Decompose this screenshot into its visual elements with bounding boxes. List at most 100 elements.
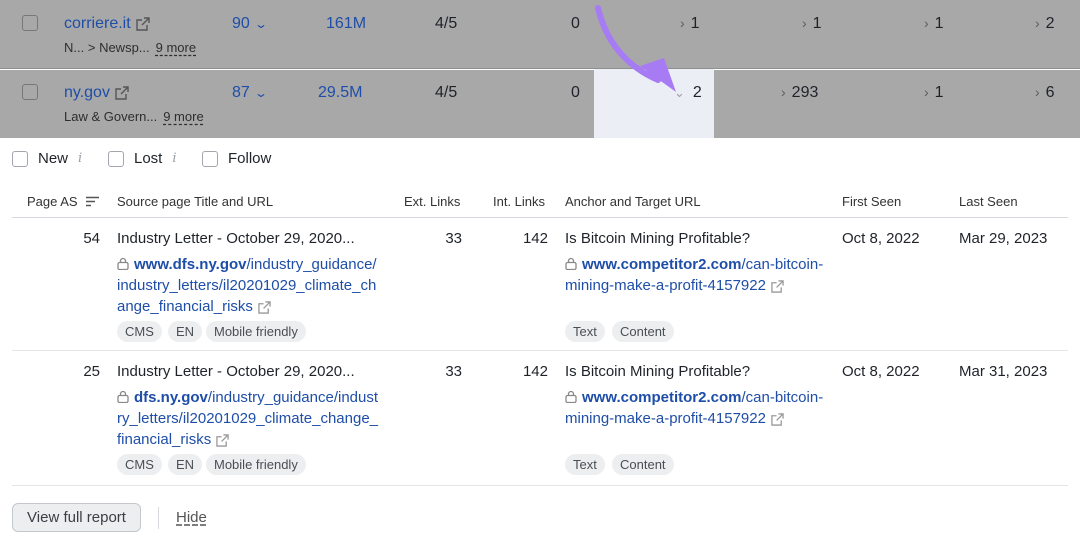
tag-chip: Content xyxy=(612,454,674,475)
row-checkbox[interactable] xyxy=(22,84,38,100)
url-domain: www.competitor2.com xyxy=(582,389,742,406)
sort-icon[interactable] xyxy=(85,196,99,207)
th-int-links[interactable]: Int. Links xyxy=(493,194,545,209)
external-link-icon[interactable] xyxy=(771,412,784,426)
th-page-as[interactable]: Page AS xyxy=(27,194,99,209)
expand-cell[interactable]: › 2 xyxy=(1035,15,1055,33)
domain-link[interactable]: ny.gov xyxy=(64,84,129,102)
page-as-value: 54 xyxy=(83,230,100,247)
source-url-link[interactable]: dfs.ny.gov/industry_guidance/industry_le… xyxy=(117,387,379,450)
first-seen-value: Oct 8, 2022 xyxy=(842,363,920,380)
authority-score-dropdown[interactable]: 87 ⌄ xyxy=(232,84,268,102)
cell-value: 293 xyxy=(791,84,819,101)
filter-new[interactable]: New i xyxy=(12,150,82,167)
rating-value: 4/5 xyxy=(435,15,458,32)
external-link-icon[interactable] xyxy=(135,17,150,31)
chevron-right-icon: › xyxy=(1035,84,1040,100)
target-url-link[interactable]: www.competitor2.com/can-bitcoin-mining-m… xyxy=(565,254,827,296)
domain-name[interactable]: ny.gov xyxy=(64,84,110,101)
url-domain: dfs.ny.gov xyxy=(134,389,208,406)
expand-cell[interactable]: › 1 xyxy=(924,84,944,102)
info-icon[interactable]: i xyxy=(172,151,176,166)
authority-score-dropdown[interactable]: 90 ⌄ xyxy=(232,15,268,33)
row-divider xyxy=(12,485,1068,486)
footer-divider xyxy=(158,507,159,529)
domain-name[interactable]: corriere.it xyxy=(64,15,131,32)
hide-link[interactable]: Hide xyxy=(176,509,207,526)
url-domain: www.dfs.ny.gov xyxy=(134,256,247,273)
tag-chip: EN xyxy=(168,454,203,475)
last-seen-value: Mar 29, 2023 xyxy=(959,230,1048,247)
cell-value: 1 xyxy=(934,15,944,32)
follow-checkbox[interactable] xyxy=(202,150,218,167)
more-categories-link[interactable]: 9 more xyxy=(156,40,196,55)
domain-row-nygov xyxy=(0,70,1080,138)
external-link-icon[interactable] xyxy=(115,86,129,100)
expand-cell[interactable]: › 1 xyxy=(924,15,944,33)
traffic-value[interactable]: 29.5M xyxy=(318,84,362,102)
view-full-report-button[interactable]: View full report xyxy=(12,503,141,532)
filter-follow[interactable]: Follow xyxy=(202,150,271,167)
filter-label: Lost xyxy=(134,150,163,167)
th-first-seen[interactable]: First Seen xyxy=(842,194,901,209)
annotation-arrow-icon xyxy=(595,5,676,92)
authority-score: 90 xyxy=(232,15,250,32)
expand-cell[interactable]: › 6 xyxy=(1035,84,1055,102)
source-title: Industry Letter - October 29, 2020... xyxy=(117,230,355,247)
tag-chip: EN xyxy=(168,321,203,342)
th-last-seen[interactable]: Last Seen xyxy=(959,194,1018,209)
source-title: Industry Letter - October 29, 2020... xyxy=(117,363,355,380)
category-text: N... xyxy=(64,40,85,55)
page-as-value: 25 xyxy=(83,363,100,380)
filter-lost[interactable]: Lost i xyxy=(108,150,177,167)
authority-score: 87 xyxy=(232,84,250,101)
cell-value: 6 xyxy=(1045,84,1055,101)
new-links-value: 0 xyxy=(571,84,580,101)
anchor-text: Is Bitcoin Mining Profitable? xyxy=(565,363,751,380)
ext-links-value: 33 xyxy=(445,230,462,247)
expand-cell[interactable]: › 293 xyxy=(781,84,818,102)
lock-icon xyxy=(565,390,577,403)
target-url-link[interactable]: www.competitor2.com/can-bitcoin-mining-m… xyxy=(565,387,827,429)
cell-value: 2 xyxy=(692,84,702,101)
info-icon[interactable]: i xyxy=(78,151,82,166)
chevron-right-icon: › xyxy=(924,84,929,100)
more-categories-link[interactable]: 9 more xyxy=(163,109,203,124)
external-link-icon[interactable] xyxy=(771,279,784,293)
tag-chip: CMS xyxy=(117,454,162,475)
domain-row-corriere xyxy=(0,0,1080,69)
anchor-text: Is Bitcoin Mining Profitable? xyxy=(565,230,751,247)
source-url-link[interactable]: www.dfs.ny.gov/industry_guidance/industr… xyxy=(117,254,379,317)
lost-checkbox[interactable] xyxy=(108,150,124,167)
last-seen-value: Mar 31, 2023 xyxy=(959,363,1048,380)
tag-chip: CMS xyxy=(117,321,162,342)
lock-icon xyxy=(117,390,129,403)
expand-cell[interactable]: › 1 xyxy=(802,15,822,33)
domain-category: N... > Newsp... 9 more xyxy=(64,40,196,55)
tag-chip: Text xyxy=(565,321,605,342)
cell-value: 1 xyxy=(934,84,944,101)
int-links-value: 142 xyxy=(522,363,548,380)
chevron-down-icon: ⌄ xyxy=(253,17,268,31)
int-links-value: 142 xyxy=(522,230,548,247)
filter-label: Follow xyxy=(228,150,272,167)
header-label: Page AS xyxy=(27,194,78,209)
th-anchor: Anchor and Target URL xyxy=(565,194,701,209)
th-ext-links[interactable]: Ext. Links xyxy=(404,194,460,209)
external-link-icon[interactable] xyxy=(258,300,271,314)
tag-chip: Text xyxy=(565,454,605,475)
traffic-value[interactable]: 161M xyxy=(326,15,366,33)
row-divider xyxy=(12,350,1068,351)
row-checkbox[interactable] xyxy=(22,15,38,31)
chevron-right-icon: › xyxy=(781,84,786,100)
filter-label: New xyxy=(38,150,69,167)
tag-chip: Mobile friendly xyxy=(206,454,306,475)
category-sub-text: > Newsp... xyxy=(87,40,150,55)
tag-chip: Mobile friendly xyxy=(206,321,306,342)
domain-link[interactable]: corriere.it xyxy=(64,15,150,33)
new-checkbox[interactable] xyxy=(12,150,28,167)
external-link-icon[interactable] xyxy=(216,433,229,447)
lock-icon xyxy=(565,257,577,270)
rating-value: 4/5 xyxy=(435,84,458,101)
chevron-down-icon: ⌄ xyxy=(253,86,268,100)
